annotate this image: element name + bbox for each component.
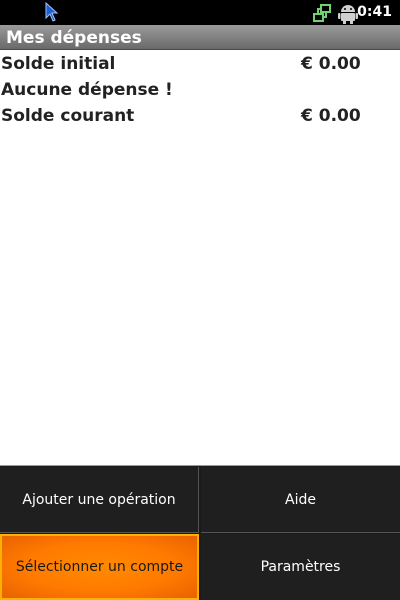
options-menu: Ajouter une opération Aide Sélectionner … [0,465,400,600]
page-title: Mes dépenses [6,28,142,48]
current-balance-value: € 0.00 [301,106,361,126]
current-balance-row: Solde courant € 0.00 [0,103,400,129]
select-account-button[interactable]: Sélectionner un compte [0,534,199,600]
initial-balance-value: € 0.00 [301,54,361,74]
settings-button[interactable]: Paramètres [201,534,400,600]
status-bar: 0:41 [0,0,400,25]
no-expense-row: Aucune dépense ! [0,77,400,103]
current-balance-label: Solde courant [1,106,135,126]
add-operation-button[interactable]: Ajouter une opération [0,467,199,533]
cursor-icon [45,2,59,22]
no-expense-label: Aucune dépense ! [1,80,173,100]
initial-balance-row: Solde initial € 0.00 [0,51,400,77]
help-button[interactable]: Aide [201,467,400,533]
android-robot-icon [338,5,358,24]
initial-balance-label: Solde initial [1,54,116,74]
network-icon [313,4,331,22]
clock: 0:41 [357,4,392,20]
title-bar: Mes dépenses [0,25,400,50]
expense-summary: Solde initial € 0.00 Aucune dépense ! So… [0,51,400,129]
